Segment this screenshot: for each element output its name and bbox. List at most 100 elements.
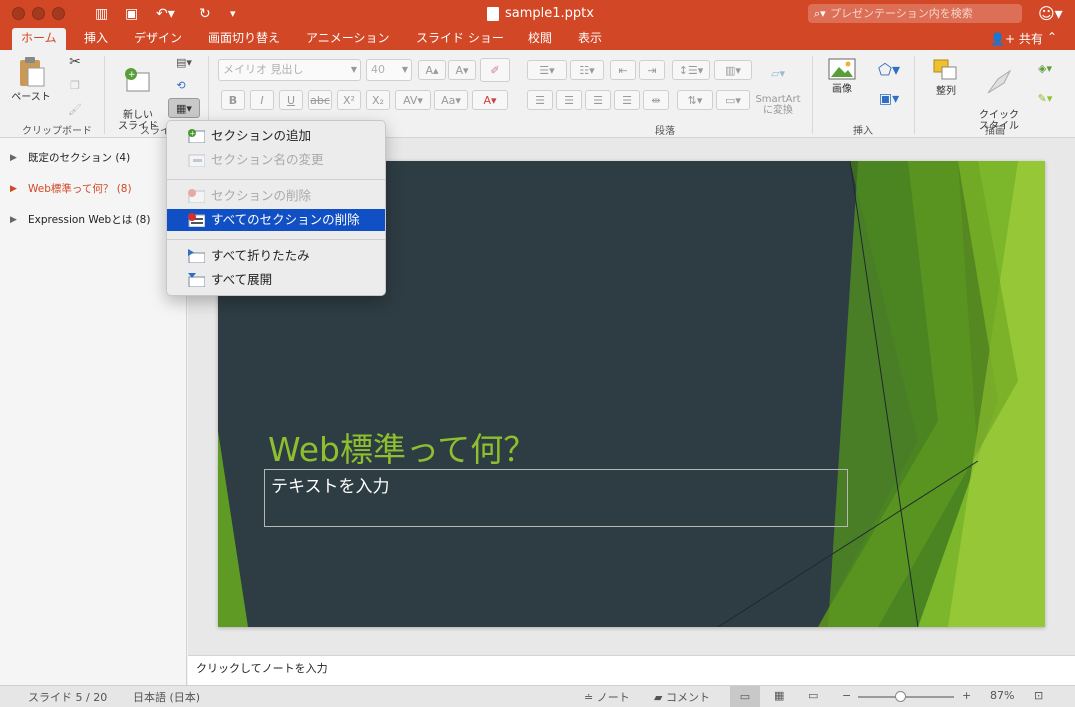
tab-animations[interactable]: アニメーション (297, 28, 399, 50)
delete-section-icon (188, 189, 205, 203)
underline-button[interactable]: U (279, 90, 303, 110)
reset-slide-icon[interactable]: ⟲ (170, 76, 192, 94)
distribute-button[interactable]: ⇹ (643, 90, 669, 110)
align-center-button[interactable]: ☰ (556, 90, 582, 110)
picture-button[interactable]: 画像 (820, 58, 864, 95)
close-window-button[interactable] (12, 7, 25, 20)
zoom-out-button[interactable]: − (842, 689, 851, 702)
tab-transitions[interactable]: 画面切り替え (199, 28, 289, 50)
zoom-in-button[interactable]: + (962, 689, 971, 702)
textbox-icon[interactable]: ▣▾ (872, 88, 906, 110)
font-name-combo[interactable]: メイリオ 見出し ▼ (218, 59, 361, 81)
bullets-button[interactable]: ☰▾ (527, 60, 567, 80)
section-button[interactable]: ▦▾ (168, 98, 200, 118)
arrange-button[interactable]: 整列 (924, 58, 968, 97)
ribbon-divider (914, 56, 915, 134)
undo-icon[interactable]: ↶▾ (156, 5, 175, 23)
shapes-icon[interactable]: ⬠▾ (872, 58, 906, 80)
increase-indent-button[interactable]: ⇥ (639, 60, 665, 80)
chevron-down-icon: ▼ (401, 65, 408, 74)
columns-button[interactable]: ▥▾ (714, 60, 752, 80)
menu-item-delete-section[interactable]: セクションの削除 (167, 185, 385, 207)
clear-format-icon[interactable]: ✐ (480, 58, 510, 82)
notes-toggle-button[interactable]: ≐ ノート (584, 689, 630, 705)
subscript-button[interactable]: X₂ (366, 90, 390, 110)
share-button[interactable]: 👤+ 共有 (990, 30, 1043, 47)
new-slide-button[interactable]: + 新しい スライド (112, 56, 164, 132)
zoom-slider[interactable] (858, 691, 954, 702)
slide-body-placeholder[interactable]: テキストを入力 (264, 469, 848, 527)
comments-toggle-button[interactable]: ▰ コメント (654, 689, 710, 705)
align-right-button[interactable]: ☰ (585, 90, 611, 110)
menu-item-expand-all[interactable]: すべて展開 (167, 269, 385, 291)
smartart-icon[interactable]: ▱▾ (757, 60, 799, 86)
copy-icon[interactable]: ❐ (66, 76, 84, 94)
language-indicator[interactable]: 日本語 (日本) (133, 689, 200, 705)
decrease-indent-button[interactable]: ⇤ (610, 60, 636, 80)
fit-to-window-icon[interactable]: ⊡ (1034, 689, 1043, 702)
smartart-button[interactable]: SmartArt に変換 (752, 94, 804, 116)
slide-sorter-icon[interactable]: ▦ (774, 689, 784, 702)
redo-icon[interactable]: ↻ (199, 5, 211, 23)
tab-view[interactable]: 表示 (569, 28, 611, 50)
font-color-button[interactable]: A▾ (472, 90, 508, 110)
menu-item-label: すべてのセクションの削除 (211, 212, 360, 227)
shape-outline-icon[interactable]: ✎▾ (1030, 88, 1060, 108)
font-size-combo[interactable]: 40 ▼ (366, 59, 412, 81)
align-text-button[interactable]: ▭▾ (716, 90, 750, 110)
paste-button[interactable]: ペースト (8, 56, 54, 103)
character-spacing-button[interactable]: AV▾ (395, 90, 431, 110)
tab-slideshow[interactable]: スライド ショー (407, 28, 513, 50)
numbering-button[interactable]: ☷▾ (570, 60, 604, 80)
layout-icon[interactable]: ▤▾ (170, 53, 198, 71)
section-item-web-standards[interactable]: ▶ Web標準って何？ (8) (0, 179, 187, 199)
strikethrough-button[interactable]: abc (308, 90, 332, 110)
customize-toolbar-icon[interactable]: ▾ (230, 5, 236, 23)
minimize-window-button[interactable] (32, 7, 45, 20)
expand-arrow-icon[interactable]: ▶ (10, 179, 17, 199)
decrease-font-size-button[interactable]: A▾ (448, 60, 476, 80)
zoom-window-button[interactable] (52, 7, 65, 20)
section-item-default[interactable]: ▶ 既定のセクション (4) (0, 148, 187, 168)
section-item-expression-web[interactable]: ▶ Expression Webとは (8) (0, 210, 187, 230)
pptx-file-icon (487, 6, 499, 21)
collapse-ribbon-icon[interactable]: ⌃ (1047, 30, 1057, 44)
change-case-button[interactable]: Aa▾ (434, 90, 468, 110)
presenter-view-icon[interactable]: ▭ (808, 689, 818, 702)
feedback-smiley-icon[interactable]: ☺▾ (1038, 4, 1063, 23)
tab-design[interactable]: デザイン (125, 28, 191, 50)
expand-arrow-icon[interactable]: ▶ (10, 210, 17, 230)
format-painter-icon[interactable]: 🖌 (66, 100, 84, 118)
quick-style-button[interactable]: クイック スタイル (972, 58, 1026, 132)
italic-button[interactable]: I (250, 90, 274, 110)
text-direction-button[interactable]: ⇅▾ (677, 90, 713, 110)
section-label: Expression Webとは (8) (28, 214, 151, 226)
save-icon[interactable]: ▣ (125, 5, 138, 23)
notes-icon: ≐ (584, 691, 594, 704)
slide-title[interactable]: Web標準って何？ (268, 423, 536, 471)
menu-item-rename-section[interactable]: セクション名の変更 (167, 149, 385, 171)
slide-sections-pane: ▶ 既定のセクション (4) ▶ Web標準って何？ (8) ▶ Express… (0, 138, 187, 685)
menu-item-collapse-all[interactable]: すべて折りたたみ (167, 245, 385, 267)
line-spacing-button[interactable]: ↕☰▾ (672, 60, 710, 80)
tab-review[interactable]: 校閲 (519, 28, 561, 50)
notes-input[interactable]: クリックしてノートを入力 (188, 655, 1075, 685)
cut-icon[interactable]: ✂ (66, 53, 84, 71)
increase-font-size-button[interactable]: A▴ (418, 60, 446, 80)
search-input[interactable]: ⌕▾ プレゼンテーション内を検索 (808, 4, 1022, 23)
tab-home[interactable]: ホーム (12, 28, 66, 50)
align-left-button[interactable]: ☰ (527, 90, 553, 110)
sidebar-toggle-icon[interactable]: ▥ (95, 5, 108, 23)
tab-insert[interactable]: 挿入 (75, 28, 117, 50)
zoom-slider-thumb[interactable] (894, 691, 906, 702)
normal-view-icon[interactable]: ▭ (730, 686, 760, 707)
rename-section-icon (188, 154, 205, 167)
expand-arrow-icon[interactable]: ▶ (10, 148, 17, 168)
superscript-button[interactable]: X² (337, 90, 361, 110)
bold-button[interactable]: B (221, 90, 245, 110)
menu-item-delete-all-sections[interactable]: すべてのセクションの削除 (167, 209, 385, 231)
menu-item-add-section[interactable]: + セクションの追加 (167, 125, 385, 147)
justify-button[interactable]: ☰ (614, 90, 640, 110)
zoom-level[interactable]: 87% (990, 689, 1014, 702)
shape-fill-icon[interactable]: ◈▾ (1030, 58, 1060, 78)
